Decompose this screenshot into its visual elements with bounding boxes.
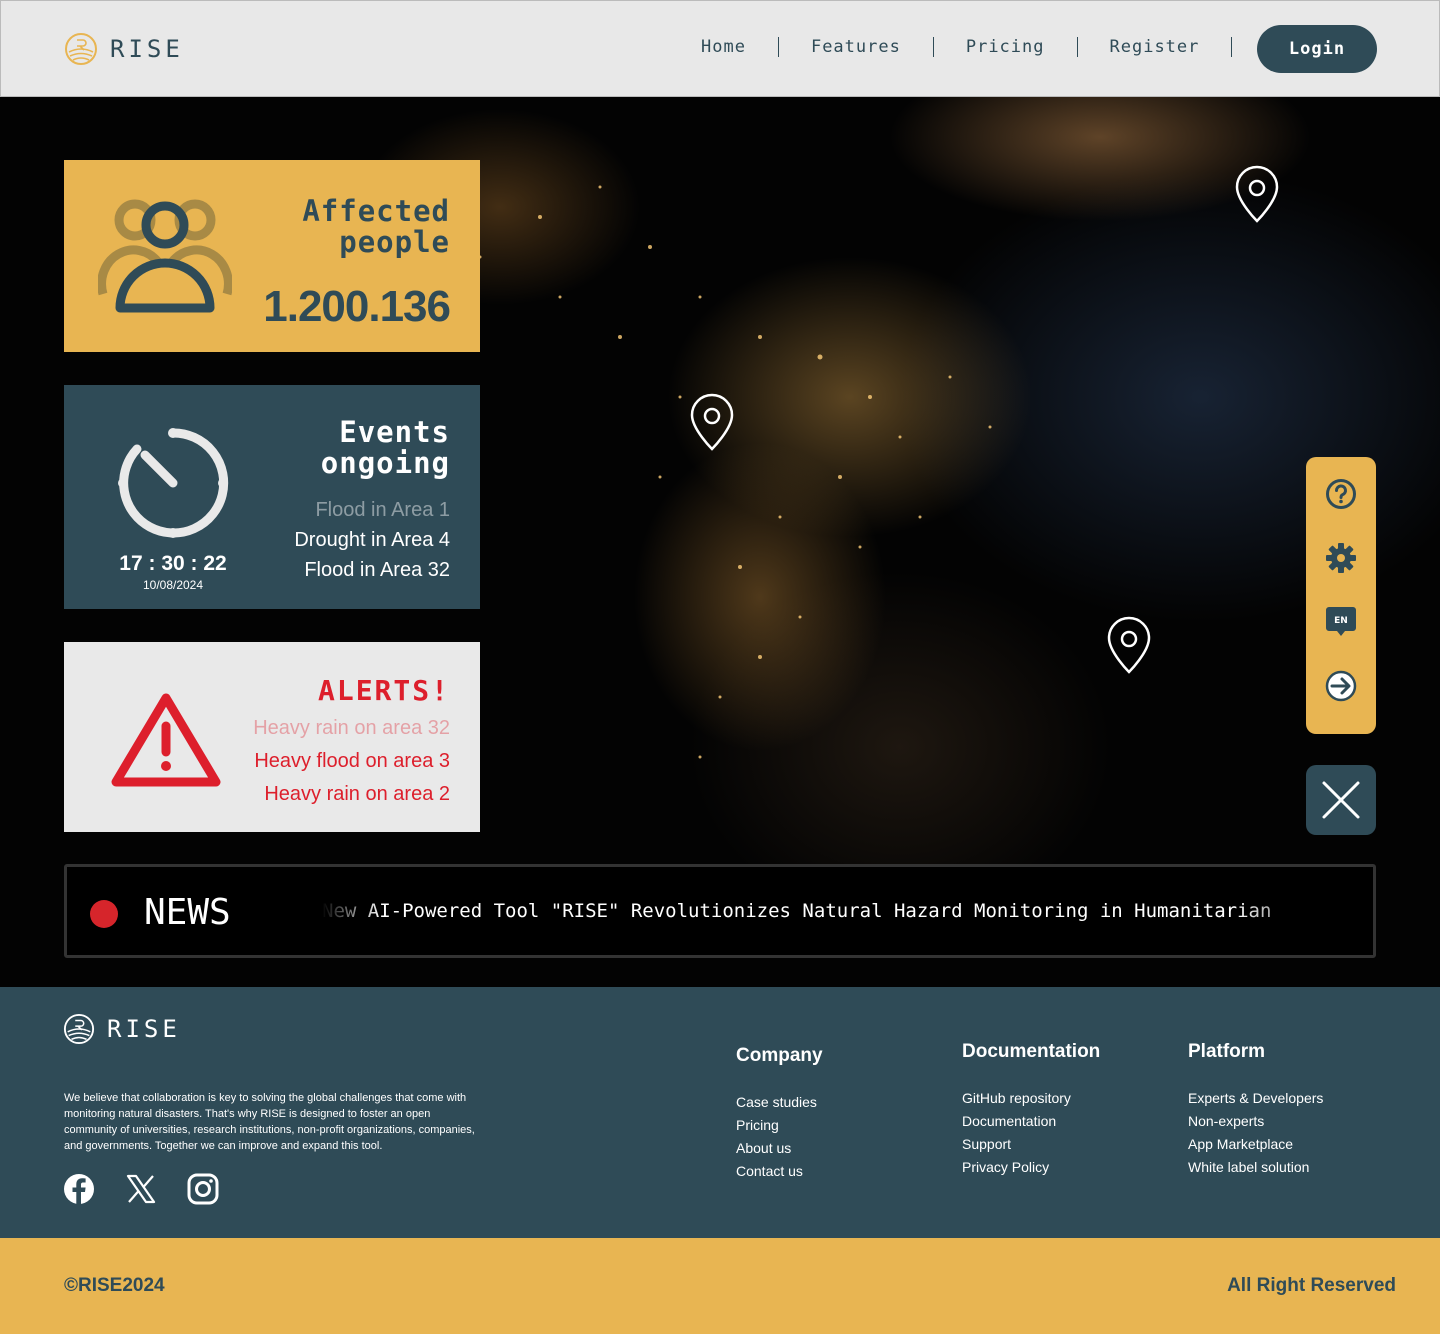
footer-column-title: Company <box>736 1045 823 1066</box>
events-title-line1: Events <box>339 415 450 449</box>
footer-about: We believe that collaboration is key to … <box>64 1092 475 1152</box>
footer-link[interactable]: App Marketplace <box>1188 1133 1323 1156</box>
events-title: Events ongoing <box>321 417 450 479</box>
copyright-text: ©RISE2024 <box>64 1275 165 1296</box>
live-dot-icon <box>90 900 118 928</box>
footer-link[interactable]: Contact us <box>736 1160 823 1183</box>
clock-icon <box>118 428 229 538</box>
footer-column-company: Company Case studies Pricing About us Co… <box>736 1045 823 1183</box>
alert-item[interactable]: Heavy rain on area 2 <box>253 778 450 811</box>
events-ongoing-card: 17 : 30 : 22 10/08/2024 Events ongoing F… <box>64 385 480 609</box>
news-ticker-bar[interactable]: NEWS New AI-Powered Tool "RISE" Revoluti… <box>64 864 1376 958</box>
nav-features[interactable]: Features <box>779 37 934 57</box>
event-item[interactable]: Drought in Area 4 <box>294 525 450 555</box>
affected-people-card: Affected people 1.200.136 <box>64 160 480 352</box>
settings-button[interactable] <box>1324 541 1358 575</box>
affected-title-line1: Affected <box>302 194 450 228</box>
close-button[interactable] <box>1306 765 1376 835</box>
footer-column-title: Documentation <box>962 1041 1101 1062</box>
footer-logo[interactable]: RISE <box>63 1013 181 1045</box>
footer-link[interactable]: Non-experts <box>1188 1110 1323 1133</box>
affected-count: 1.200.136 <box>263 282 451 331</box>
map-pin-icon[interactable] <box>1103 614 1155 676</box>
news-headline[interactable]: New AI-Powered Tool "RISE" Revolutionize… <box>322 900 1338 922</box>
affected-title: Affected people <box>302 196 450 258</box>
alerts-card: ALERTS! Heavy rain on area 32 Heavy floo… <box>64 642 480 832</box>
footer-link[interactable]: Case studies <box>736 1091 823 1114</box>
warning-icon <box>111 693 221 787</box>
copyright-bar: ©RISE2024 All Right Reserved <box>0 1238 1440 1334</box>
social-links <box>63 1173 219 1205</box>
alerts-title: ALERTS! <box>317 674 450 707</box>
clock-date: 10/08/2024 <box>142 578 204 592</box>
x-link[interactable] <box>125 1173 157 1205</box>
instagram-link[interactable] <box>187 1173 219 1205</box>
footer-link[interactable]: GitHub repository <box>962 1087 1100 1110</box>
language-icon: EN <box>1326 607 1356 636</box>
rise-logo-icon <box>63 1013 95 1045</box>
language-button[interactable]: EN <box>1324 605 1358 639</box>
help-button[interactable] <box>1324 477 1358 511</box>
logo-text: RISE <box>110 35 184 63</box>
footer-column-title: Platform <box>1188 1041 1266 1062</box>
alert-item[interactable]: Heavy flood on area 3 <box>253 745 450 778</box>
event-item[interactable]: Flood in Area 32 <box>294 555 450 585</box>
affected-title-line2: people <box>339 225 450 259</box>
footer-link[interactable]: Privacy Policy <box>962 1156 1100 1179</box>
alert-item[interactable]: Heavy rain on area 32 <box>253 712 450 745</box>
nav-register[interactable]: Register <box>1078 37 1233 57</box>
news-label: NEWS <box>144 892 231 933</box>
logout-button[interactable] <box>1324 669 1358 703</box>
footer-column-platform: Platform Experts & Developers Non-expert… <box>1188 1041 1323 1179</box>
login-button[interactable]: Login <box>1257 25 1377 73</box>
facebook-icon <box>64 1174 94 1204</box>
facebook-link[interactable] <box>63 1173 95 1205</box>
map-pin-icon[interactable] <box>686 391 738 453</box>
footer-logo-text: RISE <box>107 1015 181 1043</box>
clock-time: 17 : 30 : 22 <box>119 552 227 575</box>
instagram-icon <box>187 1173 219 1205</box>
nav-pricing[interactable]: Pricing <box>934 37 1078 57</box>
x-icon <box>126 1174 156 1204</box>
site-footer: RISE We believe that collaboration is ke… <box>0 987 1440 1238</box>
alert-list: Heavy rain on area 32 Heavy flood on are… <box>253 712 450 811</box>
rise-logo[interactable]: RISE <box>64 31 184 67</box>
close-icon <box>1322 781 1360 819</box>
side-toolbar: EN <box>1306 457 1376 734</box>
logout-arrow-icon <box>1325 670 1357 702</box>
rise-logo-icon <box>65 33 97 65</box>
footer-link[interactable]: Support <box>962 1133 1100 1156</box>
footer-link[interactable]: Pricing <box>736 1114 823 1137</box>
footer-column-documentation: Documentation GitHub repository Document… <box>962 1041 1100 1179</box>
help-icon <box>1326 479 1356 509</box>
people-group-icon <box>98 199 232 313</box>
site-header: RISE Home Features Pricing Register Logi… <box>0 0 1440 97</box>
footer-link[interactable]: About us <box>736 1137 823 1160</box>
settings-gear-icon <box>1326 543 1356 573</box>
footer-link[interactable]: Experts & Developers <box>1188 1087 1323 1110</box>
event-item[interactable]: Flood in Area 1 <box>294 495 450 525</box>
event-list: Flood in Area 1 Drought in Area 4 Flood … <box>294 495 450 585</box>
footer-link[interactable]: Documentation <box>962 1110 1100 1133</box>
svg-text:EN: EN <box>1334 616 1348 626</box>
nav-home[interactable]: Home <box>681 37 779 57</box>
rights-text: All Right Reserved <box>1227 1275 1396 1296</box>
events-title-line2: ongoing <box>320 446 450 480</box>
main-nav: Home Features Pricing Register <box>681 37 1233 57</box>
map-pin-icon[interactable] <box>1231 163 1283 225</box>
footer-link[interactable]: White label solution <box>1188 1156 1323 1179</box>
